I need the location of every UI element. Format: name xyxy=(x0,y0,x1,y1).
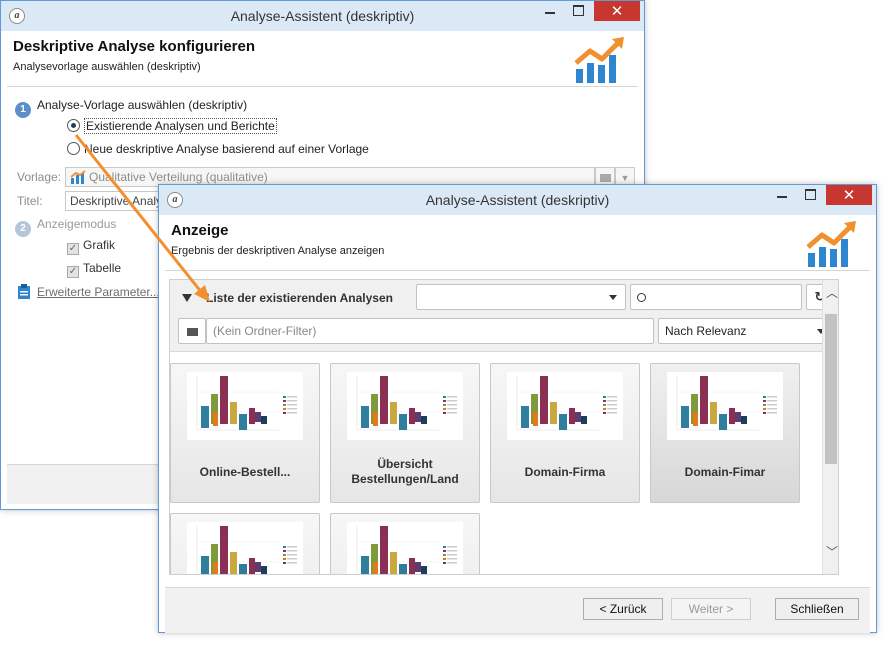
maximize-button[interactable] xyxy=(564,1,592,21)
checkbox-grafik[interactable]: ✓ Grafik xyxy=(67,238,115,255)
radio-new-analysis[interactable]: Neue deskriptive Analyse basierend auf e… xyxy=(67,142,369,156)
close-dialog-button[interactable]: Schließen xyxy=(775,598,859,620)
analysis-dropdown[interactable] xyxy=(416,284,626,310)
chart-template-icon xyxy=(70,170,86,184)
analysis-logo-icon xyxy=(806,221,856,267)
analysis-card-label: Online-Bestell... xyxy=(199,464,291,479)
analysis-card[interactable]: Domain-Fimar xyxy=(650,363,800,503)
radio-existing-analyses[interactable]: Existierende Analysen und Berichte xyxy=(67,118,277,134)
analysis-card[interactable]: Online-Bestell... xyxy=(170,363,320,503)
folder-filter-input[interactable]: (Kein Ordner-Filter) xyxy=(206,318,654,344)
sort-dropdown[interactable]: Nach Relevanz xyxy=(658,318,834,344)
maximize-button[interactable] xyxy=(796,185,824,205)
analysis-card[interactable]: Übersicht Bestellungen/Land xyxy=(330,363,480,503)
chart-thumbnail xyxy=(507,372,623,440)
clipboard-icon xyxy=(18,284,30,299)
step-1: 1 Analyse-Vorlage auswählen (deskriptiv) xyxy=(15,98,247,118)
minimize-button[interactable] xyxy=(768,185,796,205)
radio-existing-label: Existierende Analysen und Berichte xyxy=(84,118,277,134)
checkmark-icon: ✓ xyxy=(67,266,79,278)
close-button[interactable]: ✕ xyxy=(594,1,640,21)
chevron-down-icon xyxy=(609,295,617,300)
analysis-card-label: Domain-Fimar xyxy=(684,464,766,479)
chart-thumbnail xyxy=(347,522,463,574)
sort-value: Nach Relevanz xyxy=(665,324,747,338)
next-button[interactable]: Weiter > xyxy=(671,598,751,620)
radio-new-label: Neue deskriptive Analyse basierend auf e… xyxy=(84,142,369,156)
step-1-label: Analyse-Vorlage auswählen (deskriptiv) xyxy=(37,98,248,112)
chevron-down-icon: ▼ xyxy=(620,173,630,183)
vorlage-label: Vorlage: xyxy=(17,170,62,184)
step-2: 2 Anzeigemodus xyxy=(15,217,116,237)
step-2-number: 2 xyxy=(15,221,31,237)
back-titlebar[interactable]: a Analyse-Assistent (deskriptiv) ✕ xyxy=(1,1,644,31)
list-toolbar: Liste der existierenden Analysen ↻ (Kein… xyxy=(170,280,838,352)
chart-thumbnail xyxy=(667,372,783,440)
radio-selected-icon xyxy=(67,119,80,132)
folder-icon xyxy=(186,328,198,336)
back-button[interactable]: < Zurück xyxy=(583,598,663,620)
front-titlebar[interactable]: a Analyse-Assistent (deskriptiv) ✕ xyxy=(159,185,876,215)
analysis-card-label: Domain-Firma xyxy=(524,464,606,479)
step-1-number: 1 xyxy=(15,102,31,118)
folder-filter-placeholder: (Kein Ordner-Filter) xyxy=(213,324,317,338)
back-header: Deskriptive Analyse konfigurieren Analys… xyxy=(7,31,638,87)
folder-filter-button[interactable] xyxy=(178,318,206,344)
search-input[interactable] xyxy=(630,284,802,310)
analyses-list-panel: Liste der existierenden Analysen ↻ (Kein… xyxy=(169,279,839,575)
radio-unselected-icon xyxy=(67,142,80,155)
front-subheading: Ergebnis der deskriptiven Analyse anzeig… xyxy=(171,245,385,257)
back-subheading: Analysevorlage auswählen (deskriptiv) xyxy=(13,61,201,73)
checkbox-tabelle[interactable]: ✓ Tabelle xyxy=(67,261,121,278)
chart-thumbnail xyxy=(187,522,303,574)
close-icon: ✕ xyxy=(610,2,624,20)
front-window: a Analyse-Assistent (deskriptiv) ✕ Anzei… xyxy=(158,184,877,633)
scroll-up-icon[interactable]: ︿ xyxy=(826,284,838,301)
checkmark-icon: ✓ xyxy=(67,243,79,255)
vorlage-value: Qualitative Verteilung (qualitative) xyxy=(89,170,268,184)
collapse-triangle-icon[interactable] xyxy=(182,294,192,302)
titel-label: Titel: xyxy=(17,194,43,208)
analysis-card[interactable]: Domain-Firma xyxy=(490,363,640,503)
close-icon: ✕ xyxy=(842,186,856,204)
advanced-parameters-link[interactable]: Erweiterte Parameter... xyxy=(37,285,160,299)
back-heading: Deskriptive Analyse konfigurieren xyxy=(13,38,256,55)
scrollbar-thumb[interactable] xyxy=(825,314,837,464)
analyses-grid: Online-Bestell... Übersicht Bestellungen… xyxy=(170,353,838,574)
analysis-card-label: Übersicht Bestellungen/Land xyxy=(351,457,459,486)
folder-icon xyxy=(599,174,611,182)
scroll-down-icon[interactable]: ﹀ xyxy=(826,543,838,560)
chart-thumbnail xyxy=(187,372,303,440)
analysis-card[interactable] xyxy=(330,513,480,574)
checkbox-grafik-label: Grafik xyxy=(83,238,116,252)
search-icon xyxy=(637,293,646,302)
front-footer: < Zurück Weiter > Schließen xyxy=(165,587,870,633)
front-heading: Anzeige xyxy=(171,222,229,239)
list-scrollbar[interactable]: ︿ ﹀ xyxy=(822,280,838,574)
close-button[interactable]: ✕ xyxy=(826,185,872,205)
step-2-label: Anzeigemodus xyxy=(37,217,117,231)
checkbox-tabelle-label: Tabelle xyxy=(83,261,122,275)
titel-value: Deskriptive Analy xyxy=(70,194,163,208)
analysis-logo-icon xyxy=(574,37,624,83)
analysis-card[interactable] xyxy=(170,513,320,574)
list-title: Liste der existierenden Analysen xyxy=(206,291,393,305)
front-header: Anzeige Ergebnis der deskriptiven Analys… xyxy=(165,215,870,271)
chart-thumbnail xyxy=(347,372,463,440)
minimize-button[interactable] xyxy=(536,1,564,21)
